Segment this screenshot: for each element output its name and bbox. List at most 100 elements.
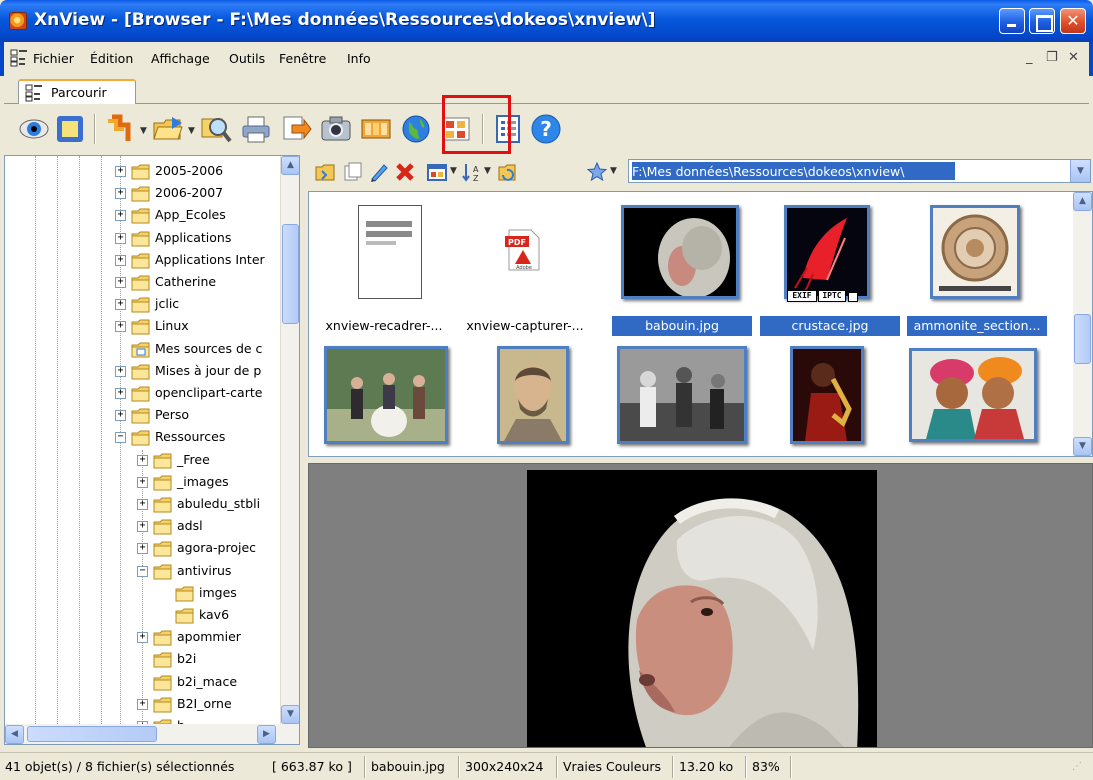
sort-icon[interactable]: AZ [460,161,482,183]
thumbnail-item[interactable] [760,340,900,456]
path-combobox[interactable]: ▼ [628,159,1091,183]
help-button[interactable]: ? [530,113,562,145]
export-button[interactable] [280,113,312,145]
menu-affichage[interactable]: Affichage [151,51,210,66]
expand-icon[interactable]: + [115,277,126,288]
menu-outils[interactable]: Outils [229,51,265,66]
thumbnail-item[interactable] [314,340,454,456]
path-input[interactable] [632,162,1067,180]
expand-icon[interactable]: + [115,388,126,399]
slideshow-button[interactable] [360,113,392,145]
favorites-star-icon[interactable] [586,161,608,183]
folder-icon [153,475,172,491]
new-folder-icon[interactable] [314,161,336,183]
expand-icon[interactable]: + [115,299,126,311]
expand-icon[interactable]: + [115,365,126,377]
close-button[interactable]: ✕ [1060,8,1086,34]
favorites-dropdown-icon[interactable]: ▼ [610,166,617,176]
maximize-button[interactable] [1029,8,1055,34]
thumbnail-item[interactable] [463,340,603,456]
mdi-close-icon[interactable]: ✕ [1068,50,1079,65]
thumbnail-item[interactable] [612,340,752,456]
crustacean-thumbnail-image [784,205,870,299]
menu-info[interactable]: Info [347,51,371,66]
thumbnails-vertical-scrollbar[interactable]: ▲ ▼ [1073,192,1092,456]
convert-button[interactable] [104,113,136,145]
menu-edition[interactable]: Édition [90,51,133,66]
minimize-button[interactable] [999,8,1025,34]
fullscreen-button[interactable] [54,113,86,145]
open-button[interactable] [152,113,184,145]
collapse-icon[interactable]: − [137,565,148,577]
expand-icon[interactable]: + [115,410,126,422]
expand-icon[interactable]: + [115,188,126,200]
view-mode-icon[interactable] [426,161,448,183]
expand-icon[interactable]: + [137,454,148,466]
menu-fichier[interactable]: Fichier [33,51,74,66]
convert-icon [108,114,131,141]
thumbnail-item[interactable]: EXIF IPTC crustace.jpg [760,198,900,336]
expand-icon[interactable]: + [115,210,126,222]
browser-window-icon[interactable] [10,49,28,67]
capture-button[interactable] [320,113,352,145]
title-bar[interactable]: XnView - [Browser - F:\Mes données\Resso… [0,0,1093,42]
thumbnail-item[interactable] [907,340,1047,456]
tree-item-label: b2i_mace [177,673,238,689]
convert-dropdown-icon[interactable]: ▼ [140,126,147,136]
folder-tree[interactable]: +2005-2006 +2006-2007 + App_Ecoles + Applicat… [4,155,300,745]
expand-icon[interactable]: + [115,166,126,177]
expand-icon[interactable]: + [137,476,148,488]
scroll-up-icon[interactable]: ▲ [281,156,299,175]
view-mode-dropdown-icon[interactable]: ▼ [450,166,457,176]
open-dropdown-icon[interactable]: ▼ [188,126,195,136]
web-page-button[interactable] [400,113,432,145]
expand-icon[interactable]: + [137,543,148,555]
expand-icon[interactable]: + [137,698,148,710]
thumbnail-item[interactable]: PDF Adobe xnview-capturer-... [455,198,595,333]
expand-icon[interactable]: + [137,632,148,644]
tree-item-label: B2I_orne [177,695,232,711]
scroll-down-icon[interactable]: ▼ [281,705,299,724]
tree-horizontal-scrollbar[interactable]: ◀ ▶ [5,724,299,744]
print-button[interactable] [240,113,272,145]
scroll-thumb[interactable] [1074,314,1091,364]
expand-icon[interactable]: + [137,499,148,510]
menu-fenetre[interactable]: Fenêtre [279,51,326,66]
rename-icon[interactable] [368,161,390,183]
tree-item-label: _images [177,473,229,489]
refresh-icon[interactable] [496,161,518,183]
scroll-thumb[interactable] [282,224,299,324]
sort-dropdown-icon[interactable]: ▼ [484,166,491,176]
status-dimensions: 300x240x24 [465,759,544,774]
maximize-icon [1030,9,1054,33]
resize-grip-icon[interactable]: ⋰ [1072,761,1082,772]
find-button[interactable] [200,113,232,145]
folder-icon [131,253,150,269]
copy-icon[interactable] [342,161,364,183]
thumbnail-item[interactable]: xnview-recadrer-... [314,198,454,333]
thumbnail-item[interactable]: ammonite_section... [907,198,1047,336]
scroll-up-icon[interactable]: ▲ [1073,192,1092,211]
delete-icon[interactable] [394,161,416,183]
xnview-app-icon[interactable] [9,12,27,30]
scroll-down-icon[interactable]: ▼ [1073,437,1092,456]
scroll-right-icon[interactable]: ▶ [257,725,276,744]
image-preview-pane[interactable] [308,463,1093,748]
expand-icon[interactable]: + [115,232,126,244]
thumbnail-item[interactable]: babouin.jpg [612,198,752,336]
collapse-icon[interactable]: − [115,432,126,444]
tab-label: Parcourir [51,85,107,100]
thumbnail-grid[interactable]: xnview-recadrer-... PDF Adobe xnview-cap… [308,191,1093,457]
expand-icon[interactable]: + [115,254,126,266]
mdi-minimize-icon[interactable]: _ [1026,50,1033,65]
path-dropdown-icon[interactable]: ▼ [1070,160,1090,182]
tree-vertical-scrollbar[interactable]: ▲ ▼ [280,156,299,724]
scroll-left-icon[interactable]: ◀ [5,725,24,744]
expand-icon[interactable]: + [115,321,126,333]
expand-icon[interactable]: + [137,521,148,533]
scroll-thumb-horizontal[interactable] [27,726,157,742]
view-button[interactable] [18,113,50,145]
tab-bar: Parcourir [4,76,1089,105]
tab-parcourir[interactable]: Parcourir [18,79,136,105]
mdi-restore-icon[interactable]: ❐ [1046,50,1058,65]
